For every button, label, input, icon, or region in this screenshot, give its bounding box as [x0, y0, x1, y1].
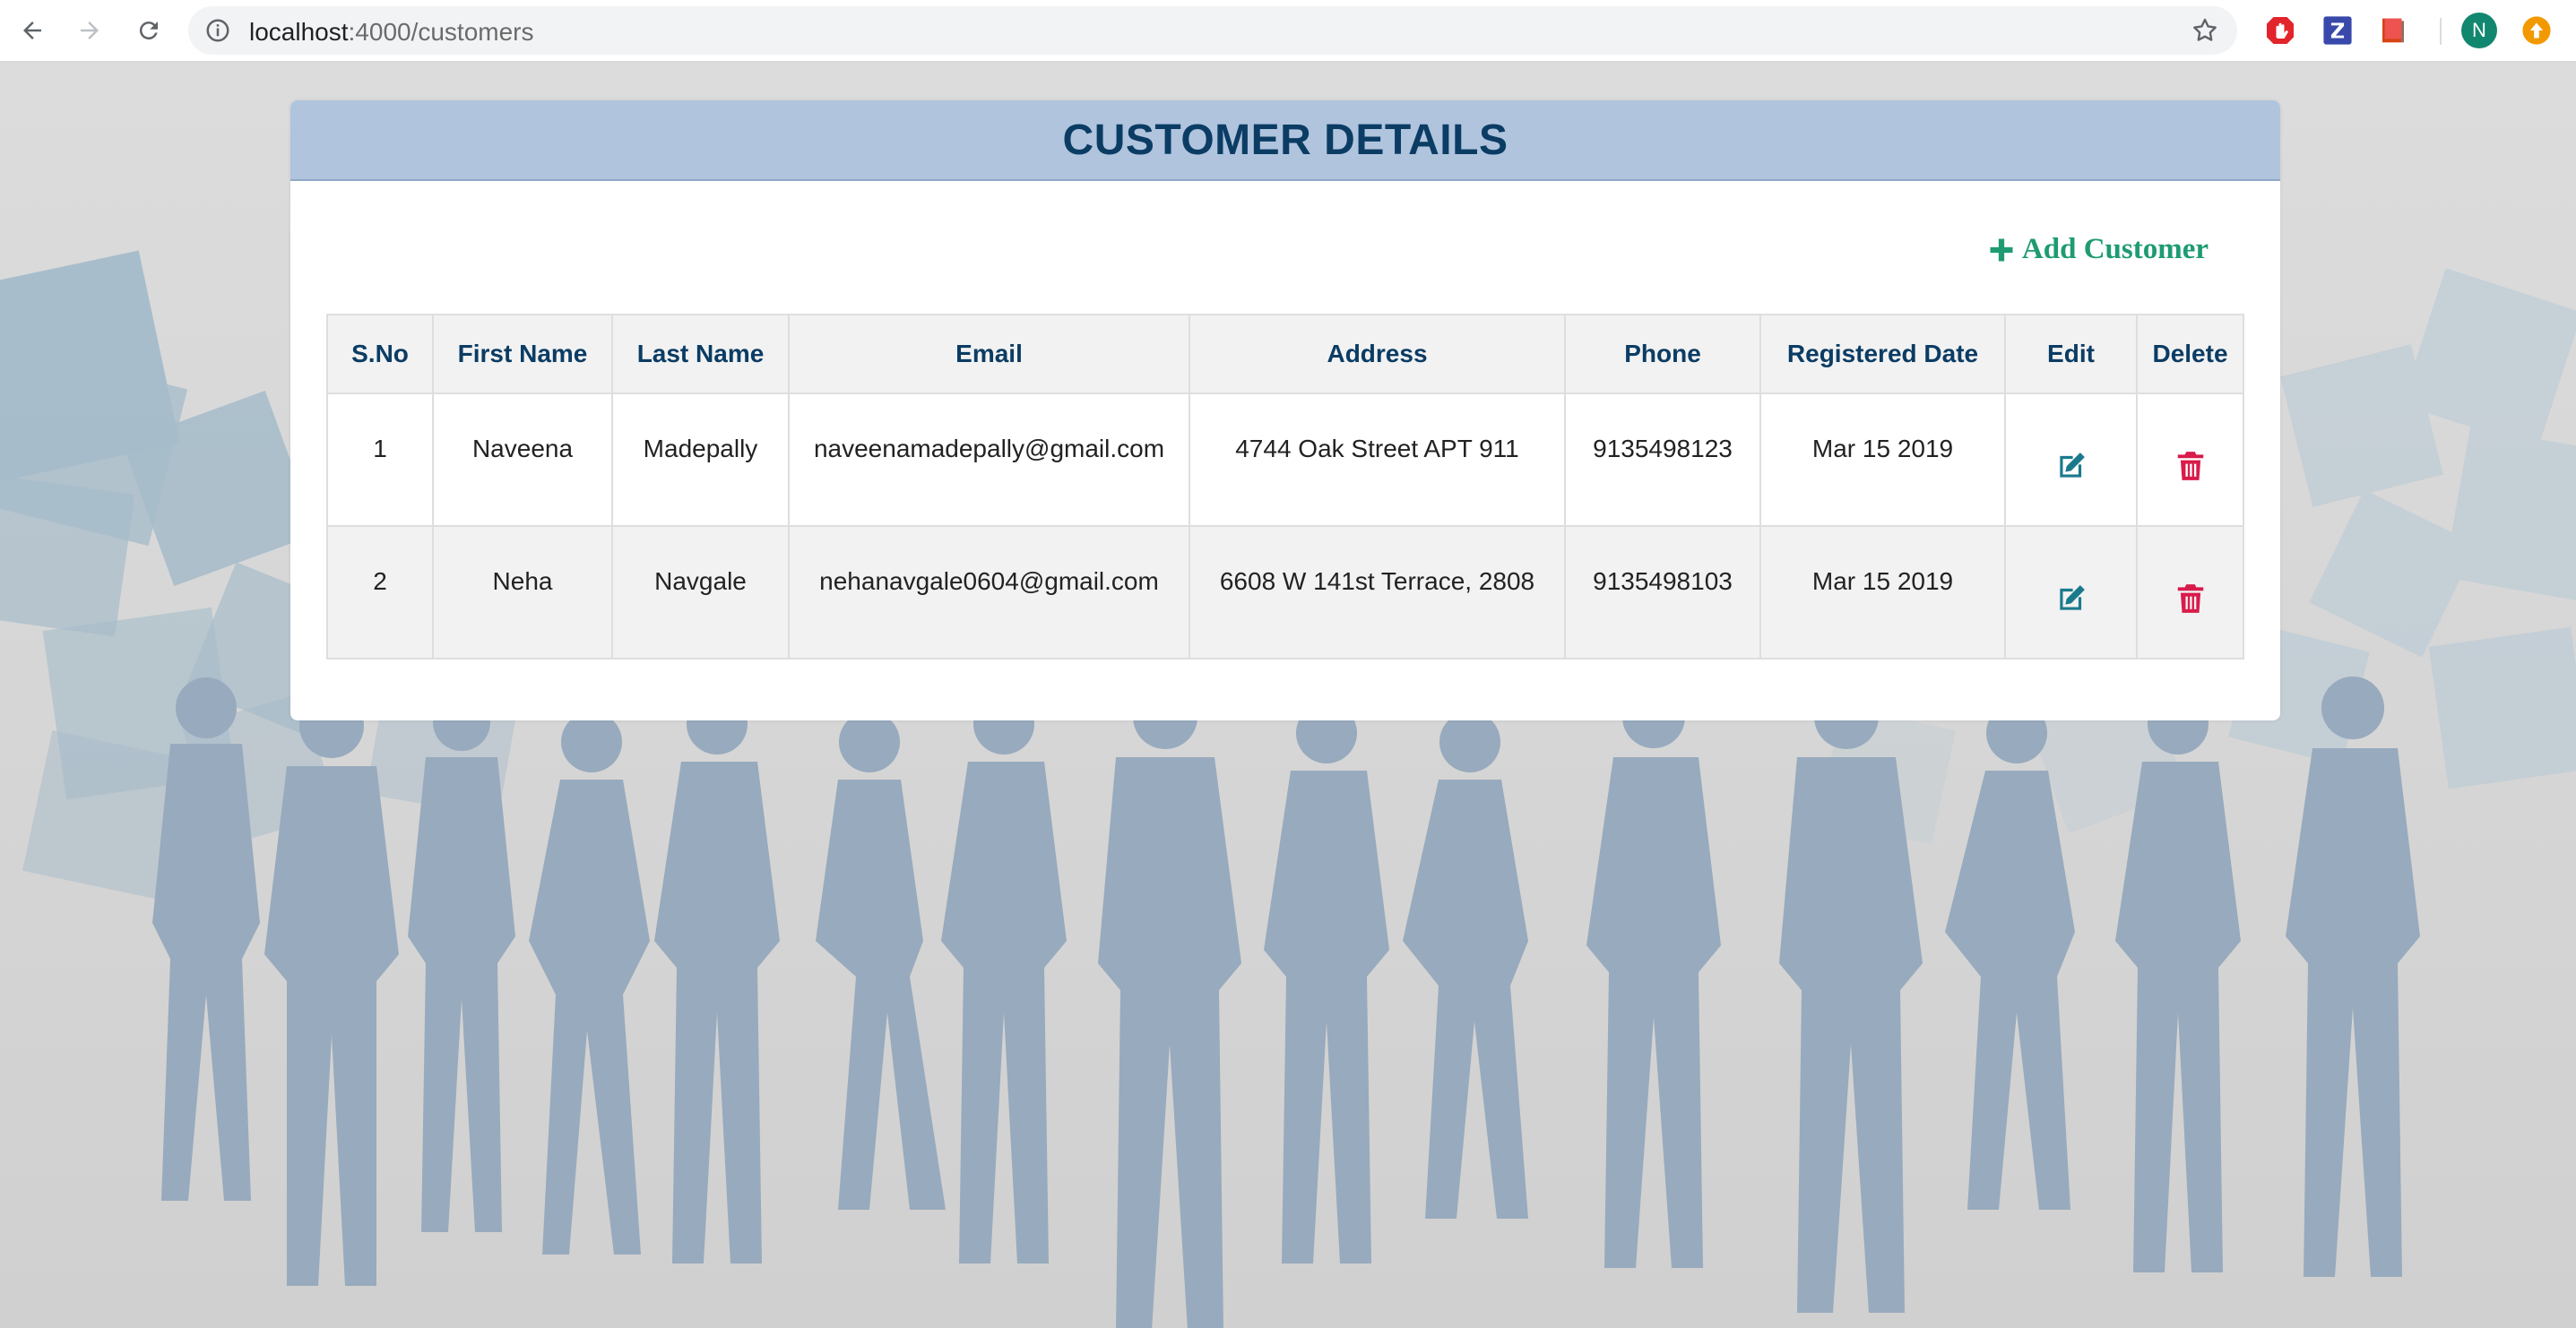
cell-registered-date: Mar 15 2019: [1759, 392, 2006, 527]
table-header-row: S.No First Name Last Name Email Address …: [326, 314, 2244, 394]
cell-address-text: 6608 W 141st Terrace, 2808: [1219, 567, 1535, 595]
cell-email-text: nehanavgale0604@gmail.com: [819, 567, 1159, 595]
cell-email: naveenamadepally@gmail.com: [788, 392, 1190, 527]
browser-toolbar: localhost:4000/customers N: [0, 0, 2576, 63]
add-customer-label: Add Customer: [2021, 233, 2209, 265]
trash-icon[interactable]: [2174, 582, 2208, 616]
cell-last-name-text: Navgale: [654, 567, 747, 595]
cell-phone: 9135498103: [1564, 525, 1761, 660]
plus-icon: [1990, 238, 2013, 261]
cell-sno-text: 2: [373, 567, 387, 595]
profile-avatar[interactable]: N: [2461, 13, 2497, 48]
header-sno: S.No: [326, 314, 434, 394]
trash-icon[interactable]: [2174, 449, 2208, 483]
cell-registered-date: Mar 15 2019: [1759, 525, 2006, 660]
cell-last-name-text: Madepally: [643, 435, 758, 462]
back-arrow-icon[interactable]: [14, 13, 50, 48]
cell-first-name: Neha: [432, 525, 613, 660]
reload-icon[interactable]: [131, 13, 167, 48]
forward-arrow-icon[interactable]: [72, 13, 108, 48]
cell-last-name: Madepally: [611, 392, 790, 527]
url-text: localhost:4000/customers: [249, 18, 534, 47]
table-row: 1 Naveena Madepally naveenamadepally@gma…: [326, 392, 2244, 527]
cell-delete: [2136, 525, 2244, 660]
z-extension-icon[interactable]: [2321, 14, 2354, 47]
book-extension-icon[interactable]: [2377, 14, 2409, 47]
header-first-name: First Name: [432, 314, 613, 394]
cell-address: 6608 W 141st Terrace, 2808: [1189, 525, 1566, 660]
cell-sno: 2: [326, 525, 434, 660]
cell-edit: [2004, 392, 2138, 527]
cell-registered-date-text: Mar 15 2019: [1811, 567, 1954, 595]
cell-phone-text: 9135498103: [1593, 567, 1733, 595]
address-bar[interactable]: localhost:4000/customers: [188, 6, 2237, 55]
header-registered-date: Registered Date: [1759, 314, 2006, 394]
cell-last-name: Navgale: [611, 525, 790, 660]
cell-email: nehanavgale0604@gmail.com: [788, 525, 1190, 660]
cell-delete: [2136, 392, 2244, 527]
cell-sno: 1: [326, 392, 434, 527]
header-delete: Delete: [2136, 314, 2244, 394]
cell-registered-date-text: Mar 15 2019: [1811, 435, 1954, 462]
cell-address: 4744 Oak Street APT 911: [1189, 392, 1566, 527]
header-address: Address: [1189, 314, 1566, 394]
page-title: CUSTOMER DETAILS: [1062, 116, 1508, 164]
cell-phone-text: 9135498123: [1593, 435, 1733, 462]
cell-sno-text: 1: [373, 435, 387, 462]
url-path: :4000/customers: [348, 18, 534, 46]
star-icon[interactable]: [2191, 16, 2219, 45]
cell-phone: 9135498123: [1564, 392, 1761, 527]
update-icon[interactable]: [2520, 14, 2553, 47]
cell-first-name-text: Naveena: [471, 435, 574, 462]
cell-first-name: Naveena: [432, 392, 613, 527]
url-host: localhost: [249, 18, 349, 46]
stop-hand-extension-icon[interactable]: [2264, 14, 2296, 47]
cell-edit: [2004, 525, 2138, 660]
add-customer-button[interactable]: Add Customer: [1988, 233, 2209, 266]
header-phone: Phone: [1564, 314, 1761, 394]
card-header: CUSTOMER DETAILS: [290, 100, 2280, 181]
customer-details-card: CUSTOMER DETAILS Add Customer S.No First…: [290, 100, 2280, 720]
cell-address-text: 4744 Oak Street APT 911: [1235, 435, 1519, 462]
info-icon[interactable]: [204, 17, 231, 44]
cell-email-text: naveenamadepally@gmail.com: [813, 435, 1165, 462]
toolbar-divider: [2440, 18, 2442, 45]
table-row: 2 Neha Navgale nehanavgale0604@gmail.com…: [326, 525, 2244, 660]
edit-icon[interactable]: [2054, 449, 2088, 483]
header-last-name: Last Name: [611, 314, 790, 394]
cell-first-name-text: Neha: [492, 567, 553, 595]
customers-table: S.No First Name Last Name Email Address …: [326, 314, 2244, 660]
header-edit: Edit: [2004, 314, 2138, 394]
edit-icon[interactable]: [2054, 582, 2088, 616]
header-email: Email: [788, 314, 1190, 394]
